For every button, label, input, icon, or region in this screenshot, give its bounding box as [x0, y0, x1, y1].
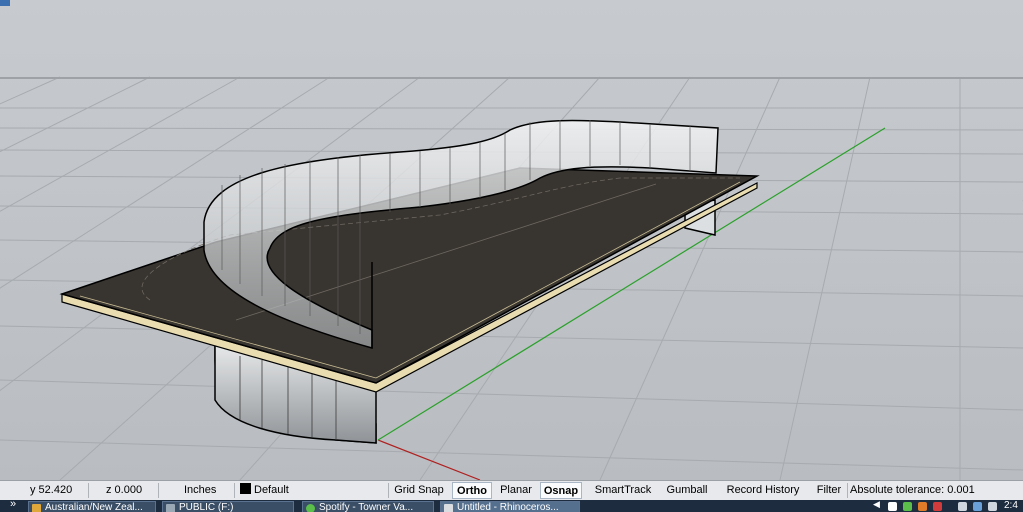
- tray-app-icon[interactable]: [973, 502, 982, 511]
- grid-snap-toggle[interactable]: Grid Snap: [392, 482, 446, 499]
- tray-volume-icon[interactable]: [988, 502, 997, 511]
- tray-app-icon[interactable]: [933, 502, 942, 511]
- viewport-corner-mark: [0, 0, 10, 6]
- spotify-icon: [306, 504, 315, 512]
- layer-color-swatch: [240, 483, 251, 494]
- taskbar-item-folder[interactable]: Australian/New Zeal...: [28, 501, 156, 512]
- filter-toggle[interactable]: Filter: [812, 482, 846, 499]
- taskbar-overflow-chevron[interactable]: »: [10, 500, 16, 510]
- windows-taskbar: » Australian/New Zeal... PUBLIC (F:) Spo…: [0, 500, 1023, 512]
- tray-network-icon[interactable]: [958, 502, 967, 511]
- layer-selector[interactable]: Default: [240, 481, 289, 500]
- taskbar-item-drive[interactable]: PUBLIC (F:): [162, 501, 294, 512]
- status-separator: [158, 483, 159, 498]
- taskbar-item-label: Spotify - Towner Va...: [319, 502, 414, 512]
- taskbar-item-label: Australian/New Zeal...: [45, 502, 143, 512]
- tray-expand-icon[interactable]: ◀: [873, 500, 880, 510]
- osnap-toggle[interactable]: Osnap: [540, 482, 582, 499]
- units-selector[interactable]: Inches: [184, 481, 216, 500]
- folder-icon: [32, 504, 41, 512]
- planar-toggle[interactable]: Planar: [496, 482, 536, 499]
- rhino-icon: [444, 504, 453, 512]
- ortho-toggle[interactable]: Ortho: [452, 482, 492, 499]
- taskbar-item-spotify[interactable]: Spotify - Towner Va...: [302, 501, 434, 512]
- gumball-toggle[interactable]: Gumball: [662, 482, 712, 499]
- absolute-tolerance-readout: Absolute tolerance: 0.001: [850, 484, 975, 496]
- z-coordinate-readout: z 0.000: [106, 484, 143, 496]
- record-history-toggle[interactable]: Record History: [722, 482, 804, 499]
- tray-spotify-icon[interactable]: [903, 502, 912, 511]
- y-coordinate-readout: y 52.420: [30, 484, 73, 496]
- layer-name: Default: [254, 484, 289, 496]
- status-separator: [234, 483, 235, 498]
- status-separator: [88, 483, 89, 498]
- status-separator: [388, 483, 389, 498]
- taskbar-item-rhinoceros[interactable]: Untitled - Rhinoceros...: [440, 501, 580, 512]
- taskbar-item-label: PUBLIC (F:): [179, 502, 234, 512]
- smarttrack-toggle[interactable]: SmartTrack: [590, 482, 656, 499]
- taskbar-clock[interactable]: 2:4: [1004, 500, 1018, 511]
- perspective-viewport[interactable]: [0, 0, 1023, 480]
- status-bar: y 52.420 z 0.000 Inches Default Grid Sna…: [0, 480, 1023, 500]
- grid-far-edge: [0, 77, 1023, 79]
- taskbar-item-label: Untitled - Rhinoceros...: [457, 502, 559, 512]
- drive-icon: [166, 504, 175, 512]
- tray-app-icon[interactable]: [918, 502, 927, 511]
- status-separator: [847, 483, 848, 498]
- tray-app-icon[interactable]: [888, 502, 897, 511]
